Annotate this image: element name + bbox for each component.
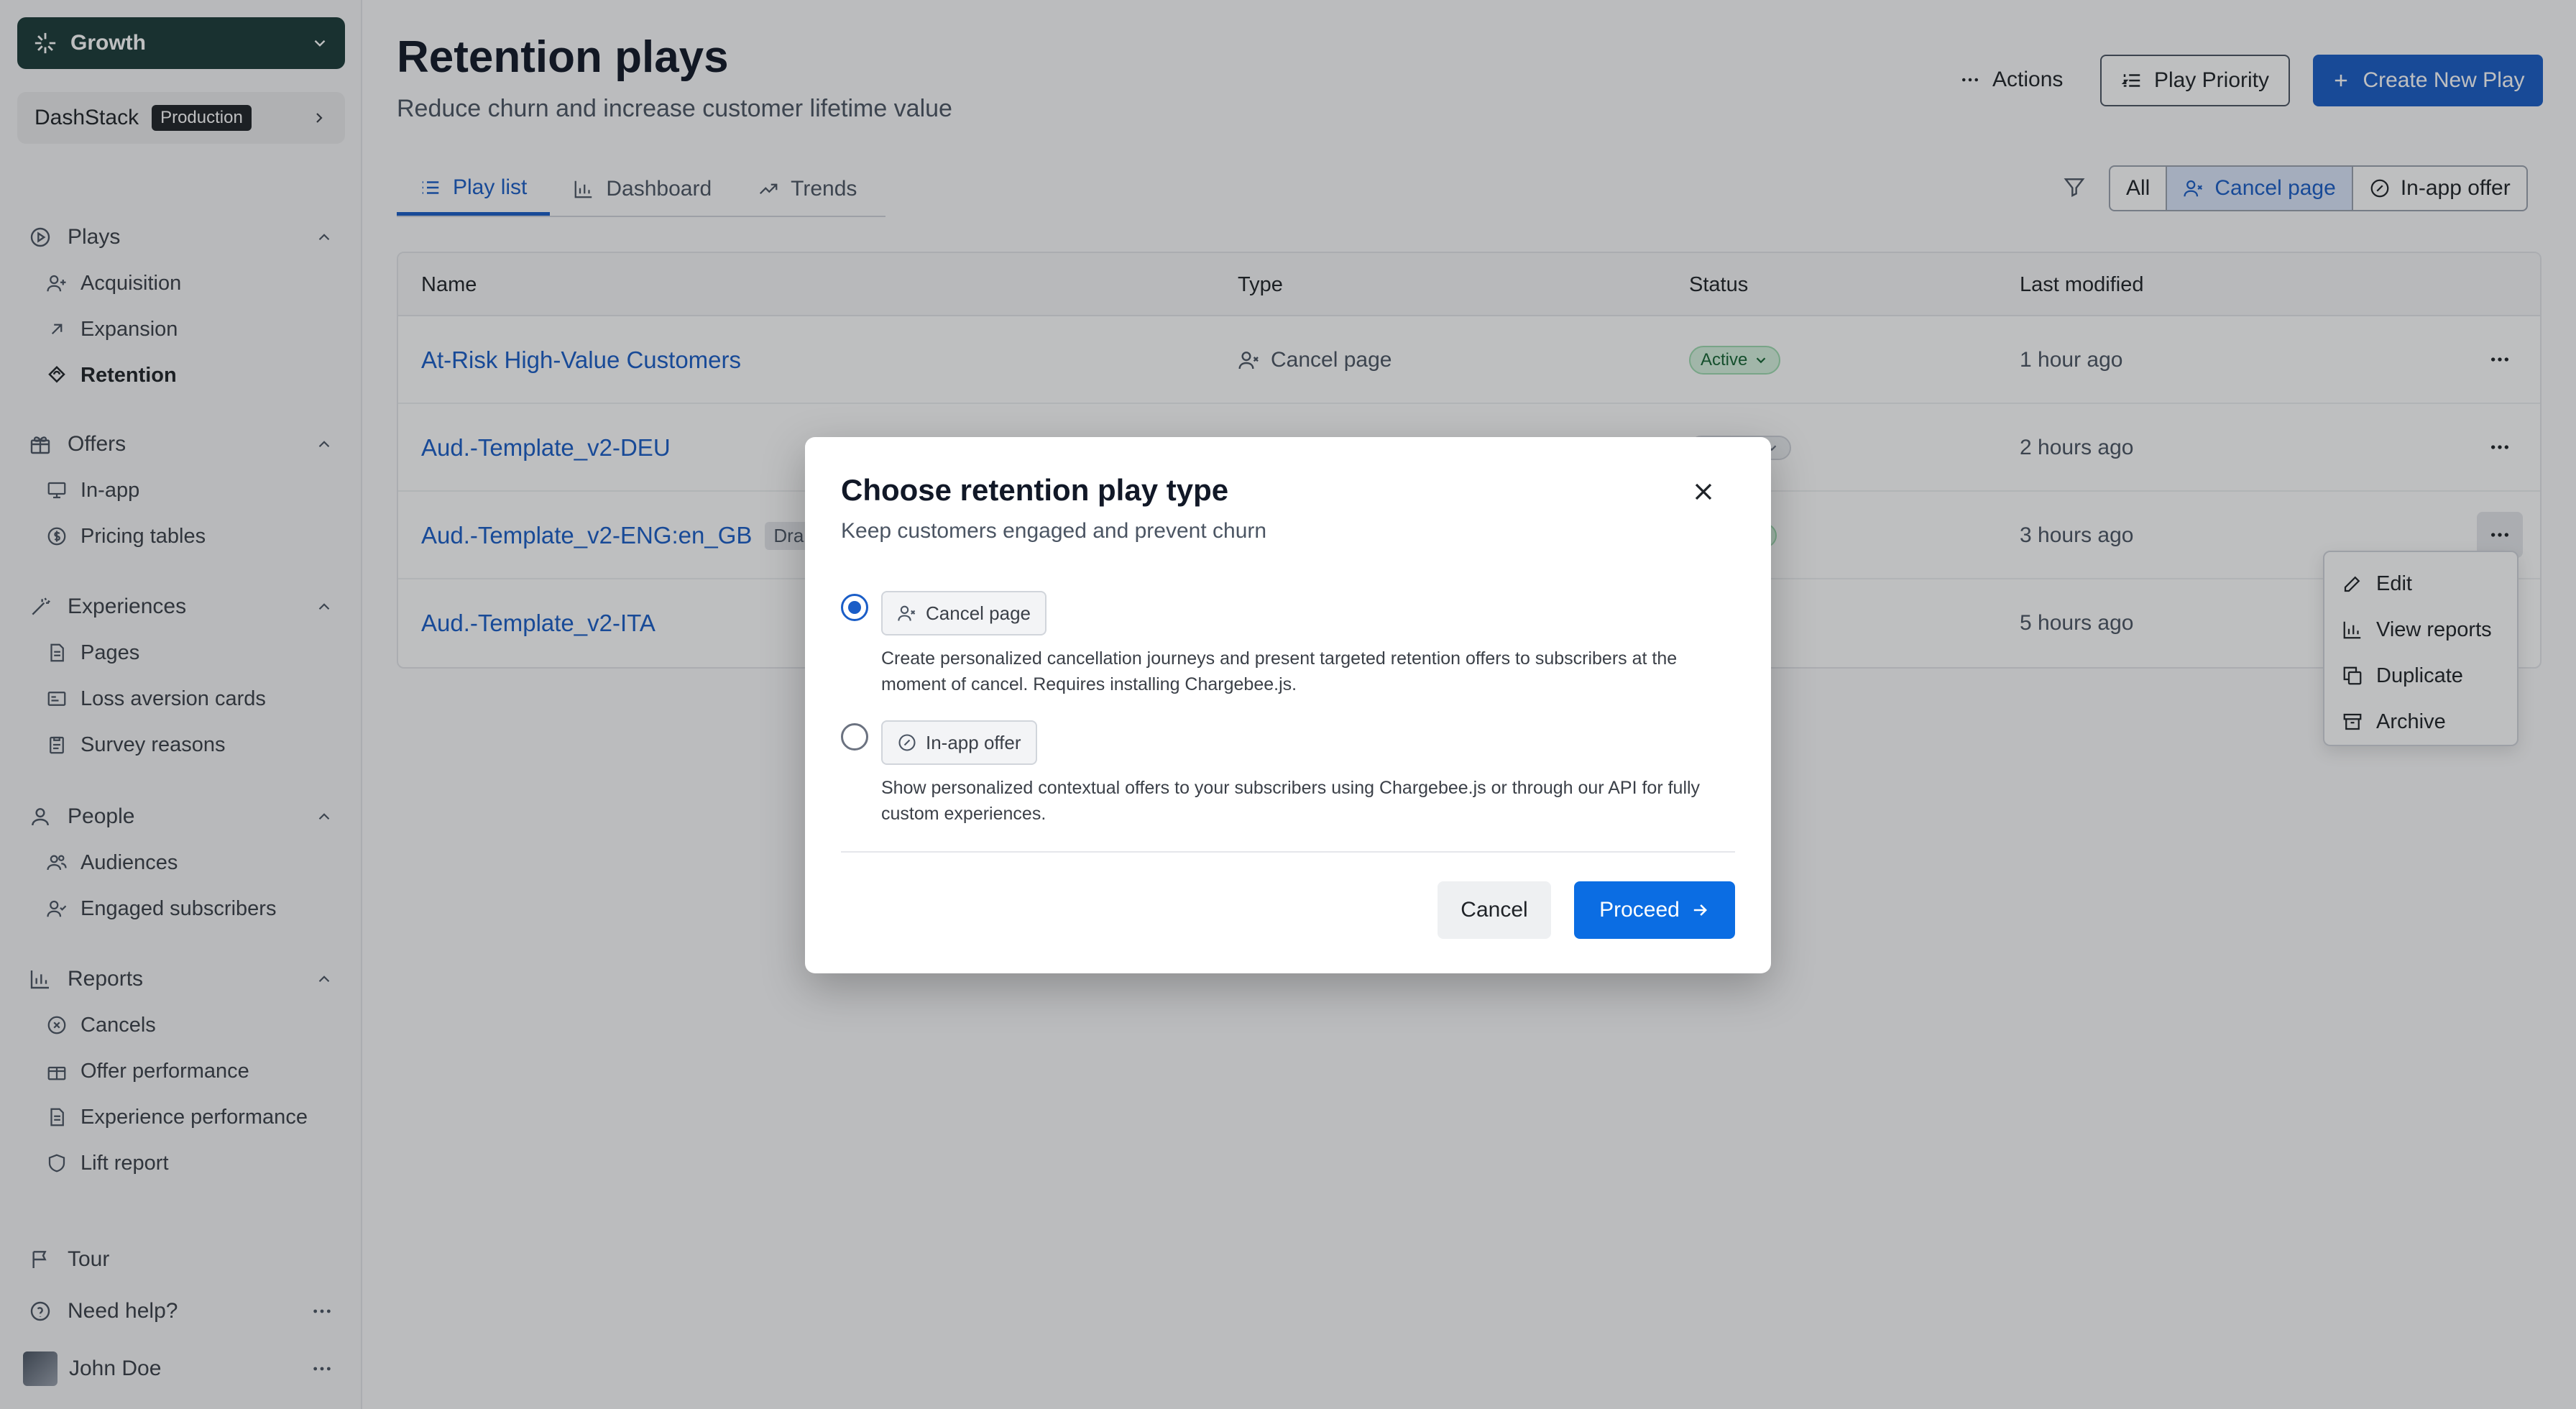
dialog-title: Choose retention play type bbox=[841, 473, 1229, 507]
option-label: Cancel page bbox=[926, 602, 1031, 624]
arrow-right-icon bbox=[1690, 900, 1710, 920]
choose-play-type-dialog: Choose retention play type Keep customer… bbox=[805, 437, 1771, 973]
proceed-label: Proceed bbox=[1599, 898, 1680, 922]
badge-percent-icon bbox=[897, 733, 917, 753]
cancel-button[interactable]: Cancel bbox=[1438, 881, 1551, 939]
close-icon[interactable] bbox=[1689, 477, 1718, 506]
proceed-button[interactable]: Proceed bbox=[1574, 881, 1735, 939]
option-description-in-app-offer: Show personalized contextual offers to y… bbox=[881, 778, 1701, 824]
radio-cancel-page[interactable] bbox=[841, 594, 868, 621]
cancel-label: Cancel bbox=[1460, 898, 1528, 922]
dialog-divider bbox=[841, 851, 1735, 853]
option-description-cancel-page: Create personalized cancellation journey… bbox=[881, 648, 1678, 694]
dialog-subtitle: Keep customers engaged and prevent churn bbox=[841, 519, 1267, 543]
user-x-icon bbox=[897, 603, 917, 623]
option-label: In-app offer bbox=[926, 731, 1021, 753]
radio-in-app-offer[interactable] bbox=[841, 723, 868, 751]
option-chip-in-app-offer[interactable]: In-app offer bbox=[881, 720, 1037, 765]
option-chip-cancel-page[interactable]: Cancel page bbox=[881, 591, 1046, 635]
